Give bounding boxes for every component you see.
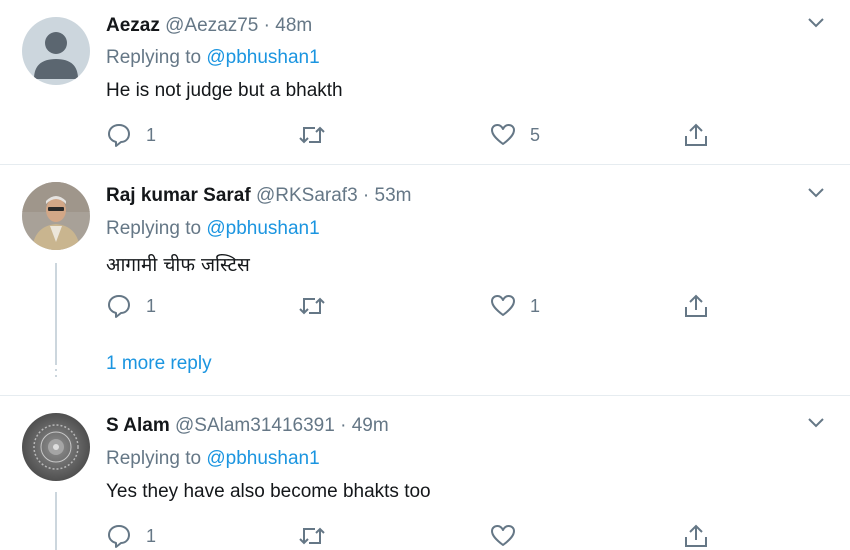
reply-icon: [108, 525, 130, 548]
share-button[interactable]: [683, 523, 709, 549]
share-button[interactable]: [683, 122, 709, 148]
chevron-down-icon[interactable]: [806, 186, 826, 200]
author-name[interactable]: S Alam: [106, 415, 170, 436]
separator-dot: ·: [340, 415, 347, 436]
timestamp[interactable]: 48m: [275, 15, 312, 36]
tweet-text: आगामी चीफ जस्टिस: [106, 254, 250, 276]
replying-to-label: Replying to: [106, 448, 202, 469]
tweet-aezaz[interactable]: Aezaz @Aezaz75 · 48m Replying to @pbhush…: [0, 0, 850, 164]
replying-to-label: Replying to: [106, 218, 202, 239]
like-count: 1: [530, 295, 541, 316]
like-button[interactable]: [490, 523, 530, 549]
like-button[interactable]: 1: [490, 293, 540, 319]
reply-button[interactable]: 1: [106, 122, 156, 148]
chevron-down-icon[interactable]: [806, 16, 826, 30]
avatar[interactable]: [22, 182, 90, 250]
avatar[interactable]: [22, 17, 90, 85]
author-handle[interactable]: @Aezaz75: [165, 15, 258, 36]
reply-count: 1: [146, 295, 157, 316]
retweet-icon: [299, 527, 325, 545]
share-icon: [685, 123, 707, 146]
replying-to-label: Replying to: [106, 47, 202, 68]
chevron-down-icon[interactable]: [806, 416, 826, 430]
reply-icon: [108, 124, 130, 147]
replying-to: Replying to @pbhushan1: [106, 47, 320, 69]
avatar[interactable]: [22, 413, 90, 481]
retweet-icon: [299, 126, 325, 144]
separator-dot: ·: [263, 15, 270, 36]
like-button[interactable]: 5: [490, 122, 540, 148]
reply-icon: [108, 295, 130, 318]
retweet-button[interactable]: [298, 122, 326, 148]
retweet-button[interactable]: [298, 523, 326, 549]
like-count: 5: [530, 124, 541, 145]
heart-icon: [491, 124, 515, 145]
timestamp[interactable]: 53m: [375, 185, 412, 206]
mention-link[interactable]: @pbhushan1: [206, 218, 319, 239]
timestamp[interactable]: 49m: [352, 415, 389, 436]
tweet-text: He is not judge but a bhakth: [106, 80, 343, 101]
heart-icon: [491, 525, 515, 546]
retweet-button[interactable]: [298, 293, 326, 319]
tweet-text: Yes they have also become bhakts too: [106, 481, 431, 502]
thread-line: [55, 263, 57, 363]
replying-to: Replying to @pbhushan1: [106, 218, 320, 240]
replying-to: Replying to @pbhushan1: [106, 448, 320, 470]
share-button[interactable]: [683, 293, 709, 319]
mention-link[interactable]: @pbhushan1: [206, 448, 319, 469]
mention-link[interactable]: @pbhushan1: [206, 47, 319, 68]
reply-count: 1: [146, 525, 157, 546]
tweet-s-alam[interactable]: S Alam @SAlam31416391 · 49m Replying to …: [0, 396, 850, 550]
thread-line: [55, 492, 57, 550]
reply-button[interactable]: 1: [106, 523, 156, 549]
reply-button[interactable]: 1: [106, 293, 156, 319]
thread-dots: [55, 351, 57, 381]
reply-count: 1: [146, 124, 157, 145]
retweet-icon: [299, 297, 325, 315]
share-icon: [685, 524, 707, 547]
separator-dot: ·: [362, 185, 370, 206]
heart-icon: [491, 295, 515, 316]
author-handle[interactable]: @SAlam31416391: [175, 415, 335, 436]
show-more-replies-link[interactable]: 1 more reply: [106, 353, 212, 375]
author-handle[interactable]: @RKSaraf3: [256, 185, 358, 206]
author-name[interactable]: Aezaz: [106, 15, 160, 36]
share-icon: [685, 294, 707, 317]
author-name[interactable]: Raj kumar Saraf: [106, 185, 251, 206]
